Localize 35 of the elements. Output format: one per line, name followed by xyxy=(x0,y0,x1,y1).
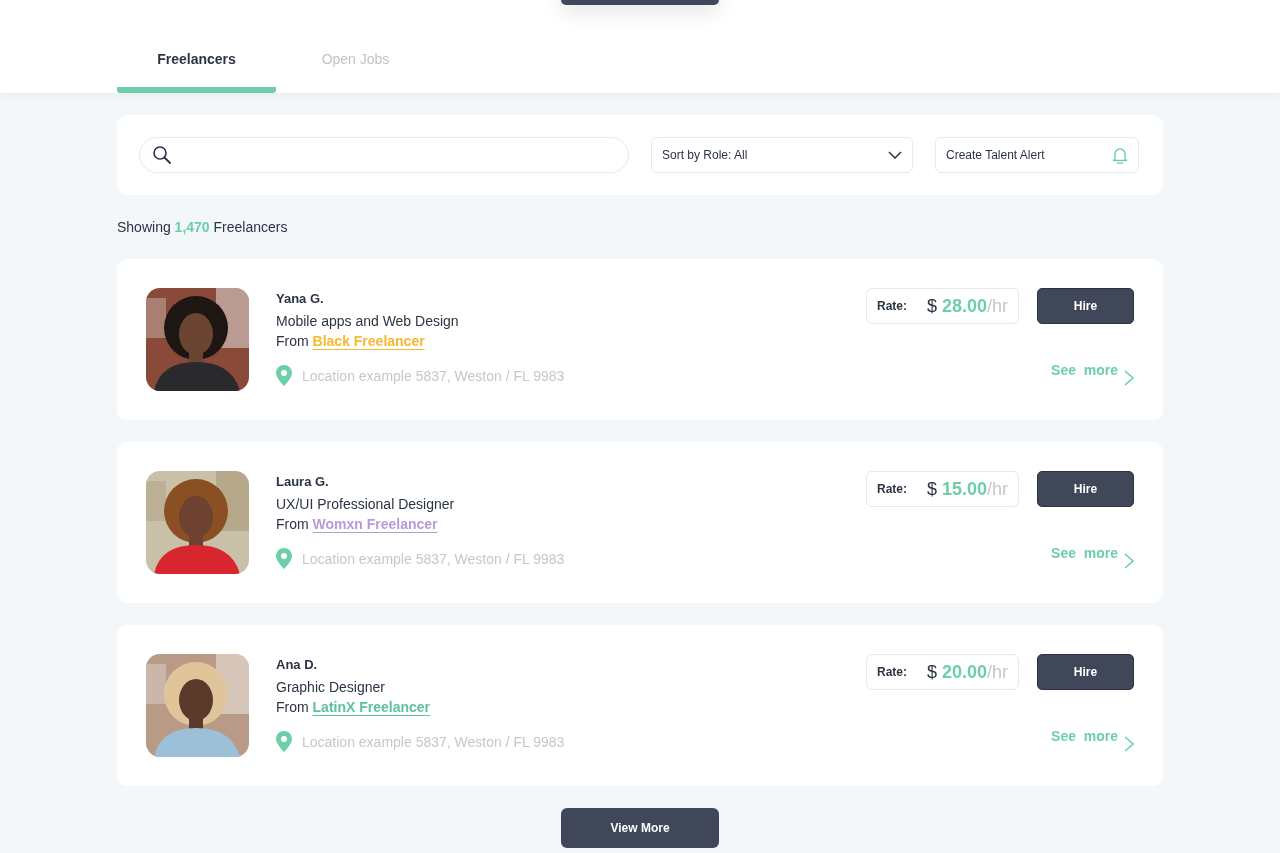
freelancer-role: Graphic Designer xyxy=(276,679,386,695)
freelancer-source: From LatinX Freelancer xyxy=(276,699,432,715)
result-count: Showing 1,470 Freelancers xyxy=(117,219,289,235)
rate-value: $ 28.00/hr xyxy=(926,295,1008,317)
location-pin-icon xyxy=(276,548,292,569)
bell-icon xyxy=(1112,146,1128,164)
freelancer-name: Yana G. xyxy=(276,291,325,306)
search-icon xyxy=(152,145,172,165)
freelancer-name: Laura G. xyxy=(276,474,330,489)
location-text: Location example 5837, Weston / FL 9983 xyxy=(302,367,565,384)
tab[interactable]: Freelancers xyxy=(117,43,276,93)
hire-button[interactable]: Hire xyxy=(1037,471,1134,507)
chevron-down-icon xyxy=(888,151,902,159)
freelancer-role: Mobile apps and Web Design xyxy=(276,313,460,329)
chevron-right-icon xyxy=(1124,370,1134,386)
rate-label: Rate: xyxy=(877,299,908,313)
location-text: Location example 5837, Weston / FL 9983 xyxy=(302,550,565,567)
rate-label: Rate: xyxy=(877,482,908,496)
view-more-button[interactable]: View More xyxy=(561,808,719,848)
freelancer-source: From Womxn Freelancer xyxy=(276,516,439,532)
hire-button[interactable]: Hire xyxy=(1037,288,1134,324)
freelancer-name: Ana D. xyxy=(276,657,319,672)
rate-value: $ 15.00/hr xyxy=(926,478,1008,500)
chevron-right-icon xyxy=(1124,553,1134,569)
location-text: Location example 5837, Weston / FL 9983 xyxy=(302,733,565,750)
chevron-right-icon xyxy=(1124,736,1134,752)
location-pin-icon xyxy=(276,731,292,752)
talent-alert-button[interactable]: Create Talent Alert xyxy=(935,137,1139,173)
rate-label: Rate: xyxy=(877,665,908,679)
rate-value: $ 20.00/hr xyxy=(926,661,1008,683)
hire-button[interactable]: Hire xyxy=(1037,654,1134,690)
sort-dropdown[interactable]: Sort by Role: All xyxy=(651,137,913,173)
freelancer-role: UX/UI Professional Designer xyxy=(276,496,456,512)
freelancer-source: From Black Freelancer xyxy=(276,333,426,349)
location-pin-icon xyxy=(276,365,292,386)
